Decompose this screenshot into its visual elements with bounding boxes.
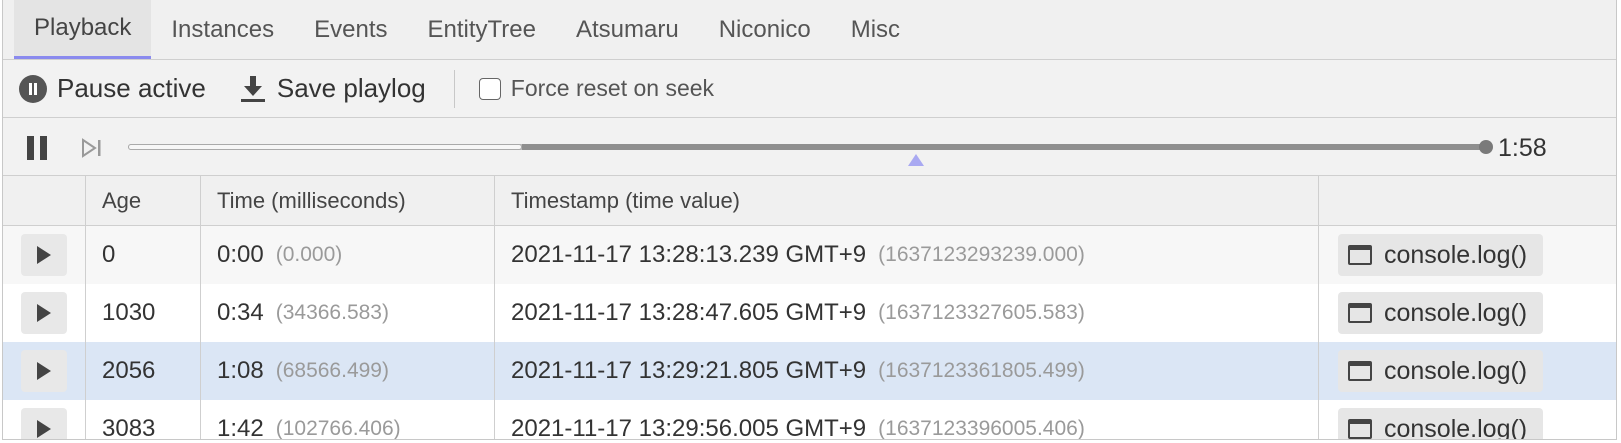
console-log-button[interactable]: console.log()	[1338, 350, 1544, 392]
console-log-label: console.log()	[1384, 298, 1528, 327]
timestamp-value: 2021-11-17 13:29:21.805 GMT+9	[511, 357, 867, 384]
step-forward-icon[interactable]	[81, 138, 103, 158]
playback-controls: 1:58	[3, 118, 1616, 176]
tab-niconico[interactable]: Niconico	[699, 0, 831, 59]
console-log-label: console.log()	[1384, 240, 1528, 269]
window-icon	[1348, 419, 1372, 439]
seek-progress	[521, 144, 1486, 150]
header-time[interactable]: Time (milliseconds)	[201, 176, 495, 225]
header-log	[1319, 176, 1616, 225]
table-row[interactable]: 0 0:00 (0.000) 2021-11-17 13:28:13.239 GM…	[3, 226, 1616, 284]
window-icon	[1348, 361, 1372, 381]
time-ms: (0.000)	[275, 243, 343, 266]
console-log-label: console.log()	[1384, 414, 1528, 440]
tab-entitytree[interactable]: EntityTree	[408, 0, 556, 59]
cell-age: 1030	[86, 284, 201, 342]
play-from-here-button[interactable]	[21, 350, 67, 392]
window-icon	[1348, 245, 1372, 265]
playback-toolbar: Pause active Save playlog Force reset on…	[3, 60, 1616, 118]
time-value: 1:42	[217, 415, 264, 440]
header-age[interactable]: Age	[86, 176, 201, 225]
console-log-button[interactable]: console.log()	[1338, 408, 1544, 440]
cell-timestamp: 2021-11-17 13:29:56.005 GMT+9 (1637123396…	[495, 400, 1319, 440]
table-row-selected[interactable]: 2056 1:08 (68566.499) 2021-11-17 13:29:21…	[3, 342, 1616, 400]
timestamp-value: 2021-11-17 13:29:56.005 GMT+9	[511, 415, 867, 440]
toolbar-divider	[453, 69, 455, 108]
time-marker-icon	[907, 154, 924, 166]
pause-circle-icon	[19, 74, 47, 103]
timestamp-value: 2021-11-17 13:28:13.239 GMT+9	[511, 241, 867, 268]
window-icon	[1348, 303, 1372, 323]
force-reset-label[interactable]: Force reset on seek	[511, 75, 714, 102]
play-from-here-button[interactable]	[21, 234, 67, 276]
seek-buffered	[128, 144, 522, 150]
tab-instances[interactable]: Instances	[151, 0, 294, 59]
pause-active-label: Pause active	[57, 73, 206, 103]
cell-time: 0:34 (34366.583)	[201, 284, 495, 342]
time-value: 0:00	[217, 241, 264, 268]
save-playlog-button[interactable]: Save playlog	[240, 73, 426, 104]
seek-slider[interactable]	[128, 140, 1493, 166]
tab-events[interactable]: Events	[294, 0, 407, 59]
timestamp-value: 2021-11-17 13:28:47.605 GMT+9	[511, 299, 867, 326]
timestamp-raw: (1637123327605.583)	[878, 301, 1085, 324]
tab-bar: Playback Instances Events EntityTree Ats…	[3, 0, 1616, 60]
time-value: 0:34	[217, 299, 264, 326]
play-from-here-button[interactable]	[21, 292, 67, 334]
cell-timestamp: 2021-11-17 13:28:47.605 GMT+9 (1637123327…	[495, 284, 1319, 342]
cell-age: 3083	[86, 400, 201, 439]
duration-label: 1:58	[1498, 134, 1547, 162]
table-row[interactable]: 3083 1:42 (102766.406) 2021-11-17 13:29:5…	[3, 400, 1616, 440]
cell-time: 1:42 (102766.406)	[201, 400, 495, 440]
console-log-label: console.log()	[1384, 356, 1528, 385]
timestamp-raw: (1637123396005.406)	[878, 417, 1085, 440]
download-icon	[240, 75, 265, 102]
cell-time: 1:08 (68566.499)	[201, 342, 495, 400]
table-row[interactable]: 1030 0:34 (34366.583) 2021-11-17 13:28:47…	[3, 284, 1616, 342]
cell-timestamp: 2021-11-17 13:29:21.805 GMT+9 (1637123361…	[495, 342, 1319, 400]
timestamp-raw: (1637123361805.499)	[878, 359, 1085, 382]
timestamp-raw: (1637123293239.000)	[878, 243, 1085, 266]
header-action	[3, 176, 86, 225]
table-header: Age Time (milliseconds) Timestamp (time …	[3, 176, 1616, 226]
cell-time: 0:00 (0.000)	[201, 226, 495, 284]
console-log-button[interactable]: console.log()	[1338, 234, 1544, 276]
playlog-table: Age Time (milliseconds) Timestamp (time …	[3, 176, 1616, 440]
tab-playback[interactable]: Playback	[14, 0, 152, 59]
save-playlog-label: Save playlog	[276, 73, 426, 103]
time-ms: (102766.406)	[275, 417, 401, 440]
console-log-button[interactable]: console.log()	[1338, 292, 1544, 334]
header-timestamp[interactable]: Timestamp (time value)	[495, 176, 1319, 225]
time-value: 1:08	[217, 357, 264, 384]
pause-icon[interactable]	[27, 136, 49, 160]
time-ms: (68566.499)	[275, 359, 389, 382]
cell-age: 0	[86, 226, 201, 284]
devtools-panel: Playback Instances Events EntityTree Ats…	[2, 0, 1617, 440]
tab-atsumaru[interactable]: Atsumaru	[556, 0, 699, 59]
cell-age: 2056	[86, 342, 201, 400]
play-from-here-button[interactable]	[21, 408, 67, 439]
force-reset-checkbox[interactable]	[478, 77, 501, 100]
time-ms: (34366.583)	[275, 301, 389, 324]
cell-timestamp: 2021-11-17 13:28:13.239 GMT+9 (1637123293…	[495, 226, 1319, 284]
pause-active-button[interactable]: Pause active	[19, 73, 206, 104]
seek-handle[interactable]	[1479, 140, 1493, 154]
tab-misc[interactable]: Misc	[831, 0, 920, 59]
